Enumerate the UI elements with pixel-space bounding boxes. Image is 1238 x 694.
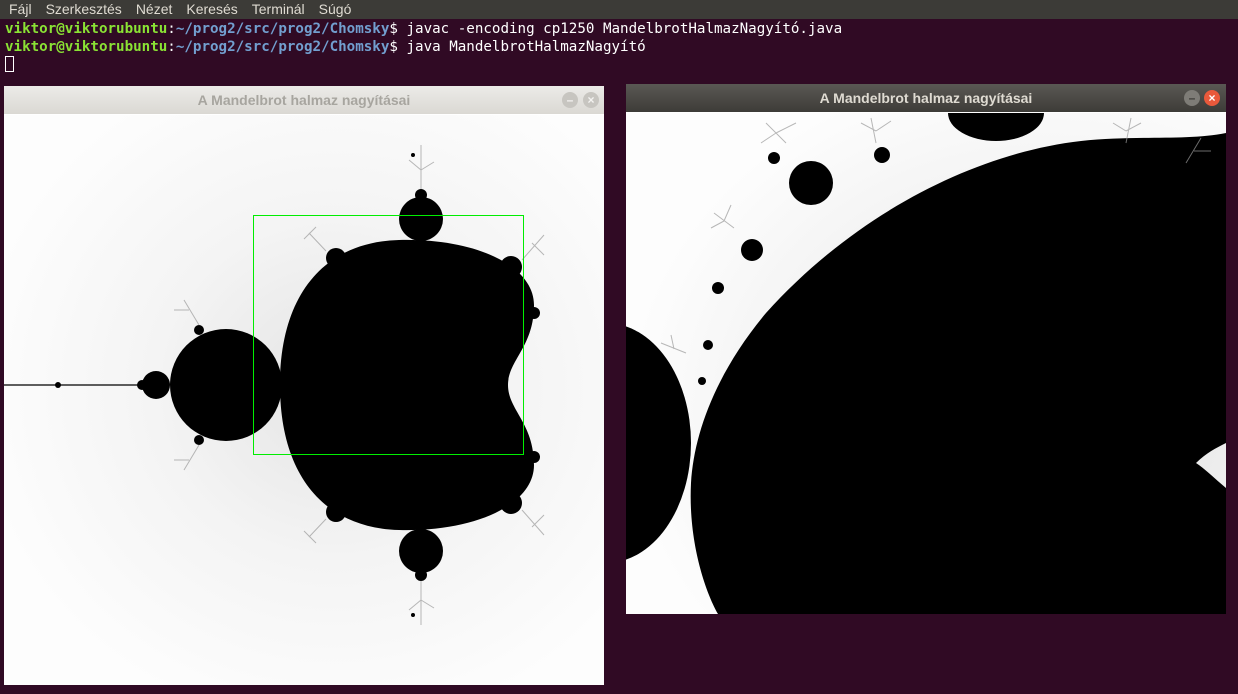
terminal-path: ~/prog2/src/prog2/Chomsky (175, 21, 390, 37)
terminal-userhost: viktor@viktorubuntu (5, 38, 168, 55)
terminal-command: javac -encoding cp1250 MandelbrotHalmazN… (406, 21, 843, 37)
terminal-line-2: viktor@viktorubuntu:~/prog2/src/prog2/Ch… (5, 39, 1238, 57)
minimize-button[interactable]: – (1184, 90, 1200, 106)
window-titlebar[interactable]: A Mandelbrot halmaz nagyításai – × (4, 86, 604, 114)
terminal-userhost: viktor@viktorubuntu (5, 21, 168, 37)
window-titlebar[interactable]: A Mandelbrot halmaz nagyításai – × (626, 84, 1226, 112)
terminal-command: java MandelbrotHalmazNagyító (406, 38, 646, 55)
minimize-button[interactable]: – (562, 92, 578, 108)
terminal-separator: : (167, 21, 176, 37)
terminal-prompt: $ (389, 38, 407, 55)
terminal-separator: : (167, 38, 176, 55)
close-button[interactable]: × (1204, 90, 1220, 106)
terminal-cursor (5, 56, 14, 72)
terminal-line-1: viktor@viktorubuntu:~/prog2/src/prog2/Ch… (5, 21, 1238, 39)
terminal-prompt: $ (389, 21, 407, 37)
terminal-menubar: Fájl Szerkesztés Nézet Keresés Terminál Súgó (0, 0, 1238, 19)
close-button[interactable]: × (583, 92, 599, 108)
menu-item-4[interactable]: Terminál (245, 0, 312, 19)
window-title: A Mandelbrot halmaz nagyításai (197, 92, 411, 108)
menu-item-5[interactable]: Súgó (312, 0, 359, 19)
menu-item-3[interactable]: Keresés (179, 0, 244, 19)
window-title: A Mandelbrot halmaz nagyításai (819, 90, 1033, 106)
terminal-output[interactable]: viktor@viktorubuntu:~/prog2/src/prog2/Ch… (5, 21, 1238, 75)
mandelbrot-zoomed-image (626, 113, 1226, 614)
mandelbrot-canvas-overview[interactable] (4, 115, 604, 685)
mandelbrot-set-image (4, 115, 604, 685)
menu-item-2[interactable]: Nézet (129, 0, 180, 19)
mandelbrot-canvas-zoomed[interactable] (626, 113, 1226, 614)
menu-item-0[interactable]: Fájl (2, 0, 39, 19)
mandelbrot-window-overview[interactable]: A Mandelbrot halmaz nagyításai – × (4, 86, 604, 685)
terminal-path: ~/prog2/src/prog2/Chomsky (175, 38, 390, 55)
mandelbrot-window-zoomed[interactable]: A Mandelbrot halmaz nagyításai – × (626, 84, 1226, 614)
terminal-line-3 (5, 56, 1238, 75)
menu-item-1[interactable]: Szerkesztés (39, 0, 129, 19)
